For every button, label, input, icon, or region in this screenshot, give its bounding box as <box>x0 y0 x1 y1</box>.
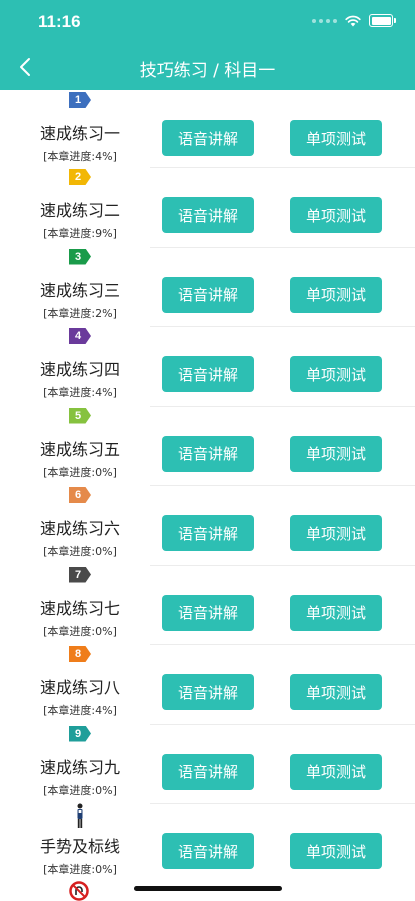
voice-explain-button[interactable]: 语音讲解 <box>162 594 254 631</box>
chapter-progress: [本章进度:4%] <box>43 386 117 399</box>
list-item: 1 速成练习一 [本章进度:4%] 语音讲解 单项测试 <box>0 90 415 167</box>
chapter-progress: [本章进度:0%] <box>43 545 117 558</box>
wifi-icon <box>345 15 361 26</box>
chapter-progress: [本章进度:0%] <box>43 624 117 638</box>
single-test-button[interactable]: 单项测试 <box>290 833 382 869</box>
voice-explain-button[interactable]: 语音讲解 <box>162 356 254 392</box>
voice-explain-button[interactable]: 语音讲解 <box>162 197 254 233</box>
list-item: 3 速成练习三 [本章进度:2%] 语音讲解 单项测试 <box>0 246 415 327</box>
home-indicator[interactable] <box>134 886 282 891</box>
list-item: 5 速成练习五 [本章进度:0%] 语音讲解 单项测试 <box>0 405 415 486</box>
battery-icon <box>369 14 396 27</box>
single-test-button[interactable]: 单项测试 <box>290 594 382 631</box>
page-title: 技巧练习 / 科目一 <box>139 61 276 81</box>
exercise-title: 手势及标线 <box>39 837 120 856</box>
chapter-progress: [本章进度:9%] <box>43 227 117 240</box>
single-test-button[interactable]: 单项测试 <box>290 753 382 790</box>
exercise-title: 速成练习一 <box>39 124 120 143</box>
chapter-number-badge: 4 <box>69 328 91 344</box>
list-item: 7 速成练习七 [本章进度:0%] 语音讲解 单项测试 <box>0 564 415 645</box>
no-u-turn-sign-icon <box>69 881 89 901</box>
exercise-title: 速成练习六 <box>39 519 120 538</box>
chapter-number-badge: 6 <box>69 487 91 503</box>
exercise-title: 速成练习四 <box>39 360 120 379</box>
exercise-list: 1 速成练习一 [本章进度:4%] 语音讲解 单项测试 2 速成练习二 [本章进… <box>0 90 415 883</box>
voice-explain-button[interactable]: 语音讲解 <box>162 276 254 313</box>
list-item: 9 速成练习九 [本章进度:0%] 语音讲解 单项测试 <box>0 723 415 804</box>
chapter-number-badge: 5 <box>69 407 91 424</box>
voice-explain-button[interactable]: 语音讲解 <box>162 515 254 551</box>
status-time: 11:16 <box>38 12 81 31</box>
chapter-number-badge: 7 <box>69 566 91 583</box>
signal-icon <box>312 18 337 23</box>
voice-explain-button[interactable]: 语音讲解 <box>162 674 254 710</box>
single-test-button[interactable]: 单项测试 <box>290 356 382 392</box>
chapter-progress: [本章进度:2%] <box>43 306 117 320</box>
single-test-button[interactable]: 单项测试 <box>290 276 382 313</box>
chapter-number-badge: 2 <box>69 169 91 185</box>
chapter-progress: [本章进度:4%] <box>43 704 117 717</box>
list-item: 8 速成练习八 [本章进度:4%] 语音讲解 单项测试 <box>0 644 415 724</box>
chapter-progress: [本章进度:4%] <box>43 150 117 163</box>
voice-explain-button[interactable]: 语音讲解 <box>162 435 254 472</box>
exercise-title: 速成练习七 <box>39 598 120 618</box>
list-item: 手势及标线 [本章进度:0%] 语音讲解 单项测试 <box>0 803 415 883</box>
list-item: 6 速成练习六 [本章进度:0%] 语音讲解 单项测试 <box>0 485 415 565</box>
single-test-button[interactable]: 单项测试 <box>290 197 382 233</box>
voice-explain-button[interactable]: 语音讲解 <box>162 833 254 869</box>
exercise-title: 速成练习三 <box>39 280 120 300</box>
chapter-number-badge: 9 <box>69 725 91 742</box>
single-test-button[interactable]: 单项测试 <box>290 120 382 156</box>
exercise-title: 速成练习二 <box>39 201 120 220</box>
chapter-number-badge: 3 <box>69 248 91 265</box>
exercise-title: 速成练习五 <box>39 439 120 459</box>
chapter-progress: [本章进度:0%] <box>43 863 117 876</box>
list-item: 2 速成练习二 [本章进度:9%] 语音讲解 单项测试 <box>0 167 415 247</box>
single-test-button[interactable]: 单项测试 <box>290 674 382 710</box>
exercise-title: 速成练习八 <box>39 678 120 697</box>
top-bar: 11:16 技巧练习 / 科目一 <box>0 0 415 90</box>
single-test-button[interactable]: 单项测试 <box>290 435 382 472</box>
single-test-button[interactable]: 单项测试 <box>290 515 382 551</box>
status-icons <box>312 14 396 27</box>
chapter-number-badge: 8 <box>69 646 91 662</box>
exercise-title: 速成练习九 <box>39 757 120 777</box>
list-item: 4 速成练习四 [本章进度:4%] 语音讲解 单项测试 <box>0 326 415 406</box>
voice-explain-button[interactable]: 语音讲解 <box>162 753 254 790</box>
chapter-progress: [本章进度:0%] <box>43 783 117 797</box>
chapter-progress: [本章进度:0%] <box>43 465 117 479</box>
voice-explain-button[interactable]: 语音讲解 <box>162 120 254 156</box>
chapter-number-badge: 1 <box>69 92 91 108</box>
traffic-police-icon <box>77 803 83 828</box>
